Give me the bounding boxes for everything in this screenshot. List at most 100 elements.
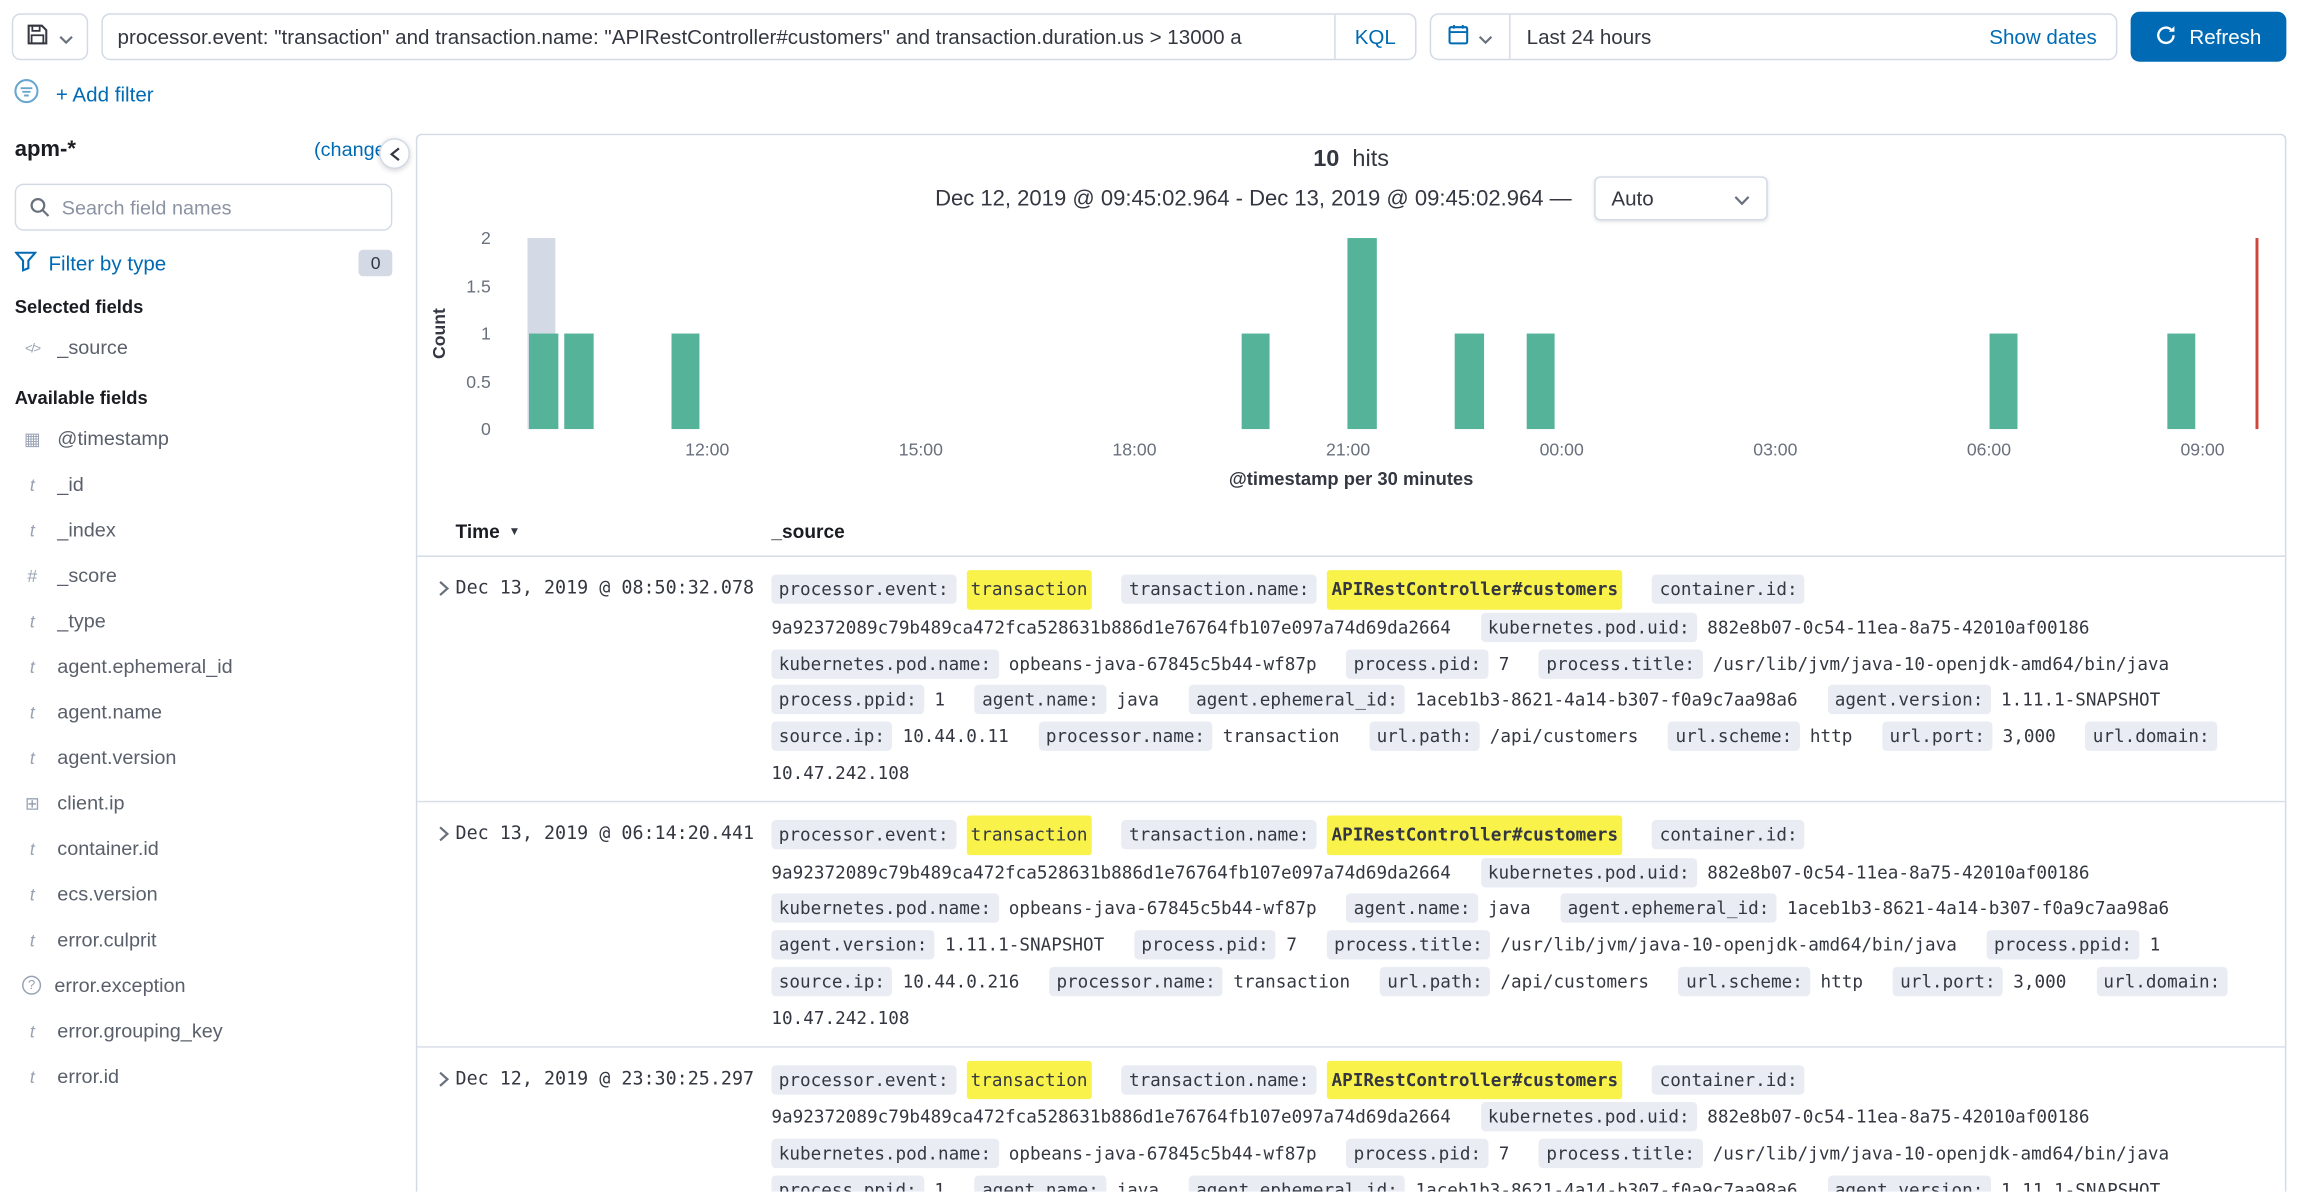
field-name: process.pid: bbox=[1346, 649, 1488, 678]
field-value: java bbox=[1117, 682, 1159, 718]
sidebar-field-error.culprit[interactable]: terror.culprit bbox=[15, 917, 393, 963]
calendar-dropdown-button[interactable] bbox=[1431, 15, 1510, 59]
time-range-label: Dec 12, 2019 @ 09:45:02.964 - Dec 13, 20… bbox=[935, 186, 1572, 211]
field-name: agent.ephemeral_id: bbox=[1560, 894, 1776, 923]
sidebar-field-_source[interactable]: </>_source bbox=[15, 325, 393, 371]
field-value-highlighted: APIRestController#customers bbox=[1327, 1060, 1622, 1099]
field-value: java bbox=[1488, 891, 1530, 927]
field-value: 1 bbox=[934, 682, 945, 718]
field-name: agent.ephemeral_id: bbox=[1189, 1175, 1405, 1191]
sidebar-field-container.id[interactable]: tcontainer.id bbox=[15, 826, 393, 872]
chevron-down-icon bbox=[1478, 26, 1493, 48]
field-value: 882e8b07-0c54-11ea-8a75-42010af00186 bbox=[1707, 1100, 2089, 1136]
field-search-input[interactable] bbox=[15, 184, 393, 231]
field-name: url.path: bbox=[1380, 967, 1490, 996]
filter-by-type-button[interactable]: Filter by type bbox=[15, 251, 167, 276]
field-value-highlighted: transaction bbox=[966, 1060, 1092, 1099]
histogram-bar[interactable] bbox=[2167, 334, 2195, 430]
filter-set-menu-button[interactable] bbox=[13, 78, 39, 109]
sidebar-field-_id[interactable]: t_id bbox=[15, 461, 393, 507]
available-fields-list: ▦@timestampt_idt_index#_scoret_typetagen… bbox=[15, 416, 393, 1099]
histogram-bar[interactable] bbox=[565, 334, 593, 430]
field-value: 1aceb1b3-8621-4a14-b307-f0a9c7aa98a6 bbox=[1415, 1173, 1797, 1192]
histogram-bar[interactable] bbox=[1455, 334, 1483, 430]
field-name: url.domain: bbox=[2096, 967, 2227, 996]
field-name-label: client.ip bbox=[57, 792, 124, 814]
sidebar-field-@timestamp[interactable]: ▦@timestamp bbox=[15, 416, 393, 462]
hits-summary: 10 hits bbox=[417, 147, 2285, 173]
sidebar-field-client.ip[interactable]: ⊞client.ip bbox=[15, 780, 393, 826]
histogram-bar[interactable] bbox=[1348, 238, 1376, 429]
t-field-type-icon: t bbox=[21, 519, 45, 540]
field-value: /api/customers bbox=[1500, 964, 1649, 1000]
field-sidebar: apm-* (change) Filter by type 0 Selected… bbox=[0, 122, 416, 1192]
query-bar: KQL Last 24 hours Show dates Refresh bbox=[0, 0, 2304, 71]
field-name: agent.ephemeral_id: bbox=[1189, 685, 1405, 714]
field-name: source.ip: bbox=[771, 722, 892, 751]
discover-main-panel: 10 hits Dec 12, 2019 @ 09:45:02.964 - De… bbox=[416, 134, 2287, 1192]
selected-fields-heading: Selected fields bbox=[15, 297, 393, 318]
x-tick-label: 06:00 bbox=[1967, 439, 2011, 460]
table-row: Dec 13, 2019 @ 08:50:32.078processor.eve… bbox=[417, 557, 2285, 802]
field-value: 3,000 bbox=[2003, 719, 2056, 755]
histogram-bar[interactable] bbox=[1241, 334, 1269, 430]
field-name-label: agent.name bbox=[57, 701, 162, 723]
field-name-label: ecs.version bbox=[57, 883, 157, 905]
sidebar-field-_type[interactable]: t_type bbox=[15, 598, 393, 644]
sidebar-field-agent.ephemeral_id[interactable]: tagent.ephemeral_id bbox=[15, 644, 393, 690]
sidebar-field-_score[interactable]: #_score bbox=[15, 552, 393, 598]
field-name: url.domain: bbox=[2085, 722, 2216, 751]
kql-language-toggle[interactable]: KQL bbox=[1334, 15, 1415, 59]
y-tick-label: 1.5 bbox=[466, 276, 491, 297]
collapse-sidebar-button[interactable] bbox=[379, 138, 410, 169]
field-name: agent.name: bbox=[975, 1175, 1106, 1191]
saved-query-menu-button[interactable] bbox=[12, 13, 88, 60]
histogram-chart: Count 00.511.52 bbox=[417, 232, 2285, 429]
field-value: 9a92372089c79b489ca472fca528631b886d1e76… bbox=[771, 1100, 1450, 1136]
field-name: container.id: bbox=[1652, 1065, 1805, 1094]
histogram-bar[interactable] bbox=[1526, 334, 1554, 430]
expand-row-button[interactable] bbox=[417, 570, 455, 601]
field-name: kubernetes.pod.uid: bbox=[1481, 858, 1697, 887]
field-name: process.pid: bbox=[1134, 930, 1276, 959]
sidebar-field-error.grouping_key[interactable]: terror.grouping_key bbox=[15, 1008, 393, 1054]
field-name: container.id: bbox=[1652, 820, 1805, 849]
interval-select[interactable]: Auto bbox=[1594, 176, 1767, 220]
expand-row-button[interactable] bbox=[417, 1060, 455, 1091]
date-field-type-icon: ▦ bbox=[21, 428, 45, 449]
x-tick-label: 15:00 bbox=[899, 439, 943, 460]
sidebar-field-ecs.version[interactable]: tecs.version bbox=[15, 871, 393, 917]
histogram-bar[interactable] bbox=[1989, 334, 2017, 430]
sidebar-field-agent.version[interactable]: tagent.version bbox=[15, 735, 393, 781]
sidebar-field-error.id[interactable]: terror.id bbox=[15, 1054, 393, 1100]
query-input[interactable] bbox=[103, 25, 1334, 49]
sidebar-field-_index[interactable]: t_index bbox=[15, 507, 393, 553]
histogram-bar[interactable] bbox=[672, 334, 700, 430]
refresh-button[interactable]: Refresh bbox=[2131, 12, 2287, 62]
add-filter-button[interactable]: + Add filter bbox=[56, 82, 154, 106]
field-value-highlighted: transaction bbox=[966, 570, 1092, 609]
field-name: agent.name: bbox=[975, 685, 1106, 714]
row-timestamp: Dec 13, 2019 @ 06:14:20.441 bbox=[456, 815, 772, 1037]
field-value: /usr/lib/jvm/java-10-openjdk-amd64/bin/j… bbox=[1500, 927, 1956, 963]
field-value: 7 bbox=[1286, 927, 1297, 963]
kibana-discover-app: KQL Last 24 hours Show dates Refresh bbox=[0, 0, 2304, 1192]
t-field-type-icon: t bbox=[21, 702, 45, 723]
field-value: 9a92372089c79b489ca472fca528631b886d1e76… bbox=[771, 609, 1450, 645]
field-name-label: _source bbox=[57, 336, 128, 358]
expand-row-button[interactable] bbox=[417, 815, 455, 846]
time-column-header[interactable]: Time ▼ bbox=[456, 520, 772, 542]
show-dates-button[interactable]: Show dates bbox=[1970, 25, 2116, 49]
histogram-bar[interactable] bbox=[529, 334, 557, 430]
x-tick-label: 12:00 bbox=[685, 439, 729, 460]
x-tick-label: 21:00 bbox=[1326, 439, 1370, 460]
field-value: 1.11.1-SNAPSHOT bbox=[2001, 682, 2160, 718]
field-name: transaction.name: bbox=[1122, 1065, 1317, 1094]
table-row: Dec 12, 2019 @ 23:30:25.297processor.eve… bbox=[417, 1047, 2285, 1192]
time-range-button[interactable]: Last 24 hours bbox=[1510, 25, 1970, 49]
discover-content: apm-* (change) Filter by type 0 Selected… bbox=[0, 122, 2304, 1192]
sidebar-field-agent.name[interactable]: t agent.name bbox=[15, 689, 393, 735]
field-value: 1 bbox=[2150, 927, 2161, 963]
sidebar-field-error.exception[interactable]: ?error.exception bbox=[15, 962, 393, 1008]
filter-bar: + Add filter bbox=[0, 71, 2304, 122]
